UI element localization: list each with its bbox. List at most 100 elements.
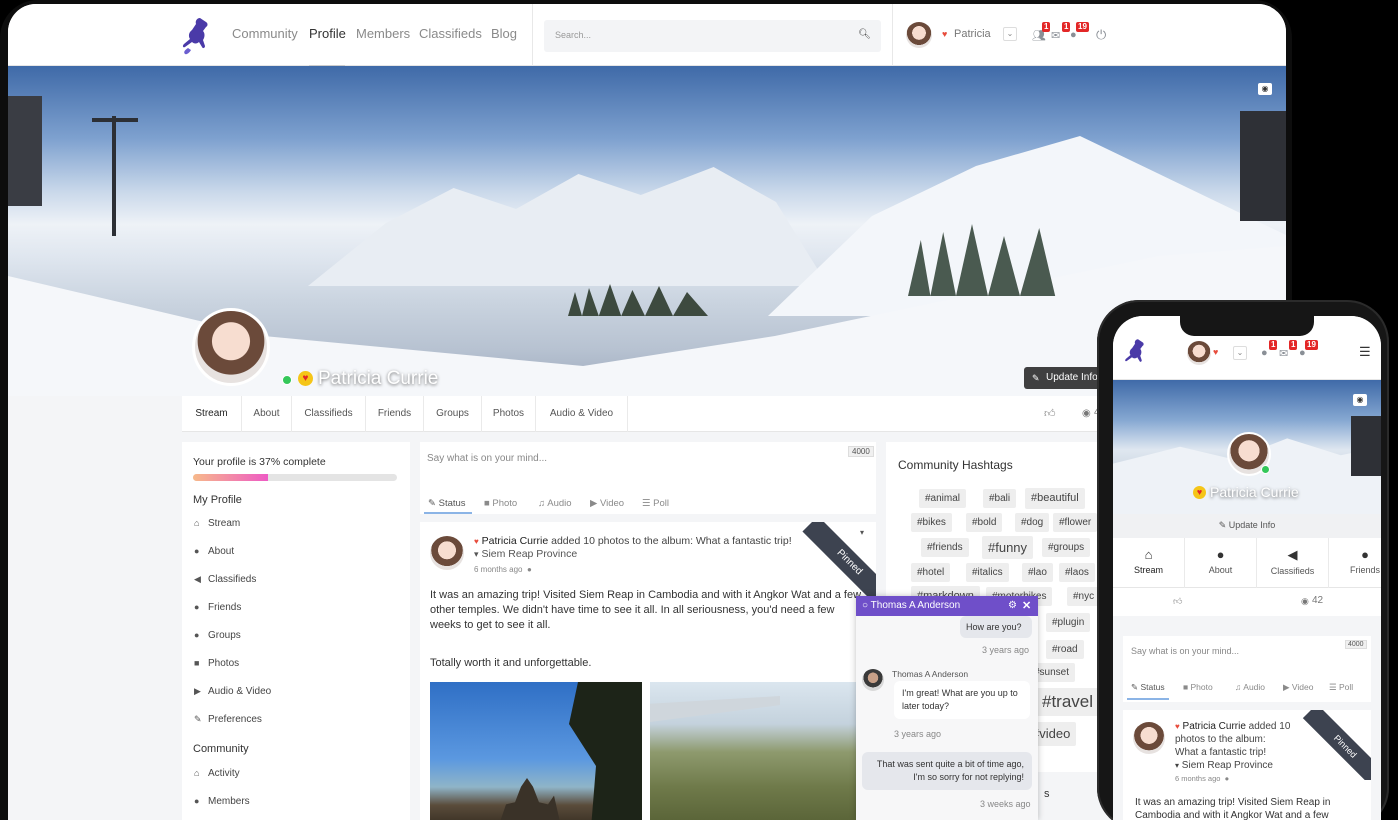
sidebar-item-activity[interactable]: ⌂ Activity <box>194 768 240 779</box>
hashtag-friends[interactable]: #friends <box>921 538 969 557</box>
update-info-button[interactable]: ✎ Update Info <box>1024 367 1104 389</box>
like-thumb-icon[interactable]: 👍︎ <box>1044 407 1056 420</box>
search-input[interactable]: Search... 🔍︎ <box>544 20 881 52</box>
composer-tab-label: Photo <box>492 498 518 509</box>
nav-profile[interactable]: Profile <box>309 26 346 41</box>
tab-label: Classifieds <box>1270 566 1315 576</box>
hashtag-bali[interactable]: #bali <box>983 489 1017 508</box>
change-cover-camera-icon[interactable]: ◉ <box>1258 83 1272 95</box>
hashtag-flower[interactable]: #flower <box>1053 513 1098 532</box>
composer-tab-poll[interactable]: ☰ Poll <box>642 498 669 509</box>
composer-tab-audio[interactable]: ♫ Audio <box>538 498 572 509</box>
composer-tab-audio[interactable]: ♫ Audio <box>1235 682 1265 692</box>
composer-tab-photo[interactable]: ■ Photo <box>484 498 517 509</box>
post-location[interactable]: ▾ Siem Reap Province <box>1175 760 1273 771</box>
sidebar-item-members[interactable]: ● Members <box>194 796 250 807</box>
hashtag-groups[interactable]: #groups <box>1042 538 1091 557</box>
composer-tab-status[interactable]: ✎ Status <box>1131 682 1165 693</box>
hashtag-beautiful[interactable]: #beautiful <box>1025 488 1085 509</box>
hashtag-animal[interactable]: #animal <box>919 489 967 508</box>
mobile-cover-station <box>1351 416 1381 476</box>
post-options-chevron-icon[interactable]: ▾ <box>860 528 864 537</box>
gecko-logo-icon[interactable] <box>180 14 212 56</box>
hashtag-travel[interactable]: #travel <box>1036 688 1100 716</box>
lift-pylon-arm <box>92 118 138 122</box>
post-author-avatar[interactable] <box>430 536 464 570</box>
chevron-down-icon[interactable]: ⌄ <box>1003 27 1017 41</box>
friend-requests-icon[interactable]: ● <box>1261 347 1268 359</box>
nav-classifieds[interactable]: Classifieds <box>419 26 482 41</box>
tab-friends[interactable]: ● Friends <box>1329 538 1381 588</box>
user-avatar[interactable] <box>1187 341 1211 365</box>
composer-tab-photo[interactable]: ■ Photo <box>1183 682 1213 692</box>
logout-power-icon[interactable]: ⏻ <box>1096 27 1106 43</box>
heart-icon: ♥ <box>1175 722 1180 731</box>
hashtag-lao[interactable]: #lao <box>1022 563 1053 582</box>
chat-header[interactable]: ○ Thomas A Anderson ⚙ ✕ <box>856 596 1038 616</box>
sidebar-item-preferences[interactable]: ✎ Preferences <box>194 714 262 725</box>
chat-settings-gear-icon[interactable]: ⚙ <box>1008 596 1017 616</box>
change-cover-camera-icon[interactable]: ◉ <box>1353 394 1367 406</box>
user-avatar[interactable] <box>906 22 932 48</box>
composer-input[interactable]: Say what is on your mind... <box>1131 646 1239 656</box>
user-name[interactable]: Patricia <box>954 28 991 40</box>
sidebar-item-stream[interactable]: ⌂ Stream <box>194 518 240 529</box>
tab-photos[interactable]: Photos <box>482 396 536 432</box>
composer-tab-poll[interactable]: ☰ Poll <box>1329 682 1353 693</box>
tab-about[interactable]: About <box>242 396 292 432</box>
post-author-name[interactable]: Patricia Currie <box>482 535 549 547</box>
hashtag-dog[interactable]: #dog <box>1015 513 1050 532</box>
composer-tab-label: Video <box>599 498 625 509</box>
tab-classifieds[interactable]: ◀ Classifieds <box>1257 538 1329 588</box>
hashtag-bold[interactable]: #bold <box>966 513 1003 532</box>
hashtag-laos[interactable]: #laos <box>1059 563 1095 582</box>
hashtag-plugin[interactable]: #plugin <box>1046 613 1091 632</box>
sidebar-item-classifieds[interactable]: ◀ Classifieds <box>194 574 256 585</box>
tab-audio-video[interactable]: Audio & Video <box>536 396 628 432</box>
tab-groups[interactable]: Groups <box>424 396 482 432</box>
like-thumb-icon[interactable]: 👍︎ <box>1173 596 1182 607</box>
album-photo-angkor[interactable] <box>430 682 642 820</box>
nav-members[interactable]: Members <box>356 26 410 41</box>
sidebar-item-about[interactable]: ● About <box>194 546 234 557</box>
tab-stream[interactable]: Stream <box>182 396 242 432</box>
gecko-logo-icon[interactable] <box>1123 336 1147 368</box>
nav-blog[interactable]: Blog <box>491 26 517 41</box>
post-location[interactable]: ▾ Siem Reap Province <box>474 548 577 560</box>
chevron-down-icon[interactable]: ⌄ <box>1233 346 1247 360</box>
tab-about[interactable]: ● About <box>1185 538 1257 588</box>
update-info-button[interactable]: ✎ Update Info <box>1113 514 1381 538</box>
hamburger-menu-icon[interactable]: ☰ <box>1359 344 1371 360</box>
messages-icon[interactable]: ✉ <box>1279 347 1288 360</box>
hashtag-road[interactable]: #road <box>1046 640 1084 659</box>
ski-lift-station <box>8 96 42 206</box>
hashtag-nyc[interactable]: #nyc <box>1067 587 1101 606</box>
hashtag-bikes[interactable]: #bikes <box>911 513 952 532</box>
hashtag-hotel[interactable]: #hotel <box>911 563 951 582</box>
messages-icon[interactable]: ✉ <box>1051 29 1060 42</box>
sidebar-item-audio-video[interactable]: ▶ Audio & Video <box>194 686 271 697</box>
chat-close-icon[interactable]: ✕ <box>1022 596 1031 616</box>
album-photo-aerial[interactable] <box>650 682 866 820</box>
composer-input[interactable]: Say what is on your mind... <box>427 453 547 464</box>
composer-tab-video[interactable]: ▶ Video <box>590 498 624 509</box>
sidebar-item-groups[interactable]: ● Groups <box>194 630 241 641</box>
search-icon[interactable]: 🔍︎ <box>858 29 871 40</box>
post-author-name[interactable]: Patricia Currie <box>1183 721 1246 732</box>
tab-classifieds[interactable]: Classifieds <box>292 396 366 432</box>
left-sidebar: Your profile is 37% complete My Profile … <box>182 442 410 820</box>
sidebar-item-friends[interactable]: ● Friends <box>194 602 241 613</box>
tab-friends[interactable]: Friends <box>366 396 424 432</box>
hashtag-italics[interactable]: #italics <box>966 563 1009 582</box>
composer-tab-status[interactable]: ✎ Status <box>428 498 466 509</box>
pencil-icon: ✎ <box>1032 373 1040 383</box>
sidebar-item-photos[interactable]: ■ Photos <box>194 658 239 669</box>
composer-tab-label: Status <box>1140 682 1165 692</box>
composer-tab-video[interactable]: ▶ Video <box>1283 682 1314 693</box>
nav-community[interactable]: Community <box>232 26 298 41</box>
post-author-avatar[interactable] <box>1133 722 1165 754</box>
profile-avatar[interactable] <box>192 308 270 386</box>
post-time-label: 6 months ago <box>474 565 523 574</box>
tab-stream[interactable]: ⌂ Stream <box>1113 538 1185 588</box>
hashtag-funny[interactable]: #funny <box>982 536 1034 559</box>
